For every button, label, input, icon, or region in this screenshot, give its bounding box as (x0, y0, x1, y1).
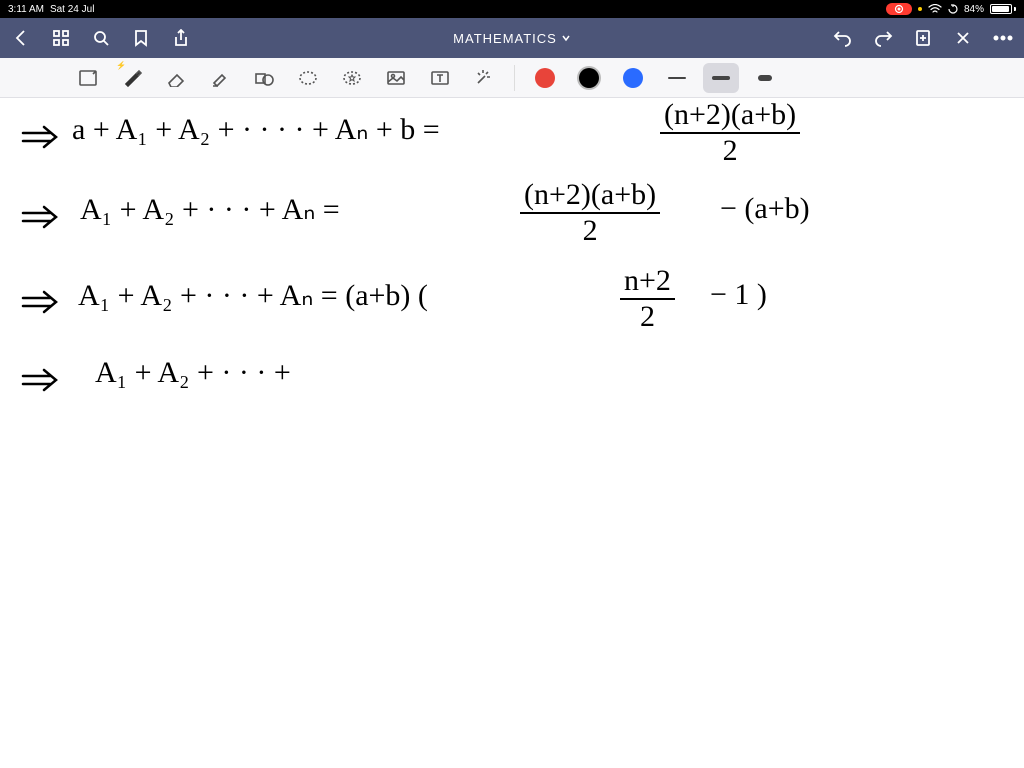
orientation-lock-icon (948, 4, 958, 14)
thumbnails-button[interactable] (50, 27, 72, 49)
battery-icon (990, 4, 1016, 14)
pen-tool[interactable]: ⚡ (114, 63, 150, 93)
equation-line-2-num: (n+2)(a+b) (520, 180, 660, 214)
thickness-thin[interactable] (659, 63, 695, 93)
equation-line-3-den: 2 (640, 300, 655, 332)
equation-line-2-den: 2 (583, 214, 598, 246)
toolbar-divider (514, 65, 515, 91)
redo-button[interactable] (872, 27, 894, 49)
laser-tool[interactable] (466, 63, 502, 93)
battery-pct: 84% (964, 4, 984, 15)
equation-line-3-frac: n+2 2 (620, 266, 675, 332)
equation-line-2-frac: (n+2)(a+b) 2 (520, 180, 660, 246)
equation-line-1-num: (n+2)(a+b) (660, 100, 800, 134)
location-indicator-icon (918, 7, 922, 11)
bookmark-button[interactable] (130, 27, 152, 49)
implies-arrow-icon (20, 288, 60, 321)
equation-line-2-left: A₁ + A₂ + · · · + Aₙ = (80, 192, 340, 227)
toolbar: ⚡ (0, 58, 1024, 98)
add-page-button[interactable] (912, 27, 934, 49)
shape-tool[interactable] (246, 63, 282, 93)
implies-arrow-icon (20, 123, 60, 156)
equation-line-1-left: a + A₁ + A₂ + · · · · + Aₙ + b = (72, 112, 440, 147)
read-mode-tool[interactable] (70, 63, 106, 93)
implies-arrow-icon (20, 203, 60, 236)
chevron-down-icon (561, 33, 571, 43)
screen-record-pill[interactable] (886, 3, 912, 15)
color-blue[interactable] (615, 63, 651, 93)
more-button[interactable] (992, 27, 1014, 49)
share-button[interactable] (170, 27, 192, 49)
equation-line-2-tail: − (a+b) (720, 192, 810, 226)
color-black[interactable] (571, 63, 607, 93)
close-button[interactable] (952, 27, 974, 49)
equation-line-3-left: A₁ + A₂ + · · · + Aₙ = (a+b) ( (78, 278, 428, 313)
search-button[interactable] (90, 27, 112, 49)
canvas[interactable]: a + A₁ + A₂ + · · · · + Aₙ + b = (n+2)(a… (0, 98, 1024, 768)
implies-arrow-icon (20, 366, 60, 399)
equation-line-1-frac: (n+2)(a+b) 2 (660, 100, 800, 166)
bluetooth-icon: ⚡ (116, 61, 126, 70)
thickness-medium[interactable] (703, 63, 739, 93)
undo-button[interactable] (832, 27, 854, 49)
wifi-icon (928, 4, 942, 14)
back-button[interactable] (10, 27, 32, 49)
document-title: MATHEMATICS (453, 31, 557, 46)
lasso-tool[interactable] (290, 63, 326, 93)
document-title-dropdown[interactable]: MATHEMATICS (453, 31, 571, 46)
status-date: Sat 24 Jul (50, 4, 94, 15)
equation-line-3-num: n+2 (620, 266, 675, 300)
text-tool[interactable] (422, 63, 458, 93)
equation-line-4: A₁ + A₂ + · · · + (95, 356, 291, 390)
eraser-tool[interactable] (158, 63, 194, 93)
status-right: 84% (886, 3, 1016, 15)
app-header: MATHEMATICS (0, 18, 1024, 58)
equation-line-3-tail: − 1 ) (710, 278, 767, 312)
color-red[interactable] (527, 63, 563, 93)
highlighter-tool[interactable] (202, 63, 238, 93)
equation-line-1-den: 2 (723, 134, 738, 166)
thickness-thick[interactable] (747, 63, 783, 93)
status-time: 3:11 AM (8, 4, 44, 15)
image-tool[interactable] (378, 63, 414, 93)
status-left: 3:11 AM Sat 24 Jul (8, 4, 94, 15)
favorites-tool[interactable] (334, 63, 370, 93)
status-bar: 3:11 AM Sat 24 Jul 84% (0, 0, 1024, 18)
